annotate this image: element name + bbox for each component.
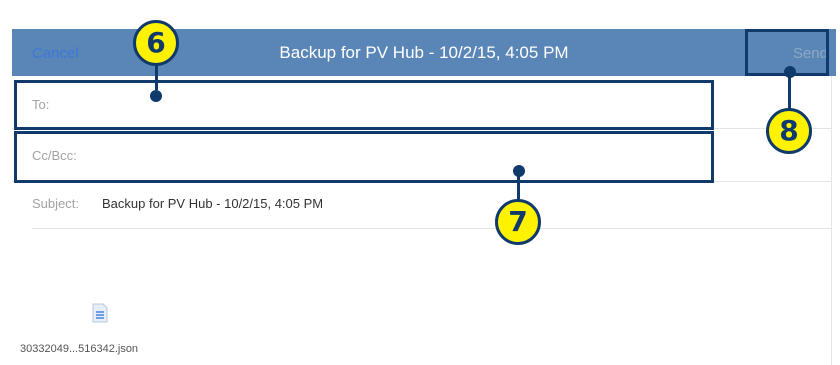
ccbcc-field[interactable] — [14, 131, 714, 183]
right-border — [831, 76, 832, 365]
callout-badge: 7 — [495, 199, 541, 245]
to-field[interactable] — [14, 80, 714, 130]
callout-leader-line — [517, 174, 520, 200]
subject-input[interactable]: Backup for PV Hub - 10/2/15, 4:05 PM — [102, 196, 323, 211]
callout-badge: 6 — [133, 20, 179, 66]
document-icon[interactable] — [92, 303, 108, 323]
divider — [32, 228, 832, 229]
callout-badge: 8 — [766, 108, 812, 154]
callout-leader-line — [155, 64, 158, 90]
subject-label: Subject: — [32, 196, 79, 211]
callout-anchor-dot — [150, 90, 162, 102]
attachment-filename[interactable]: 30332049...516342.json — [20, 343, 138, 355]
callout-leader-line — [788, 74, 791, 110]
